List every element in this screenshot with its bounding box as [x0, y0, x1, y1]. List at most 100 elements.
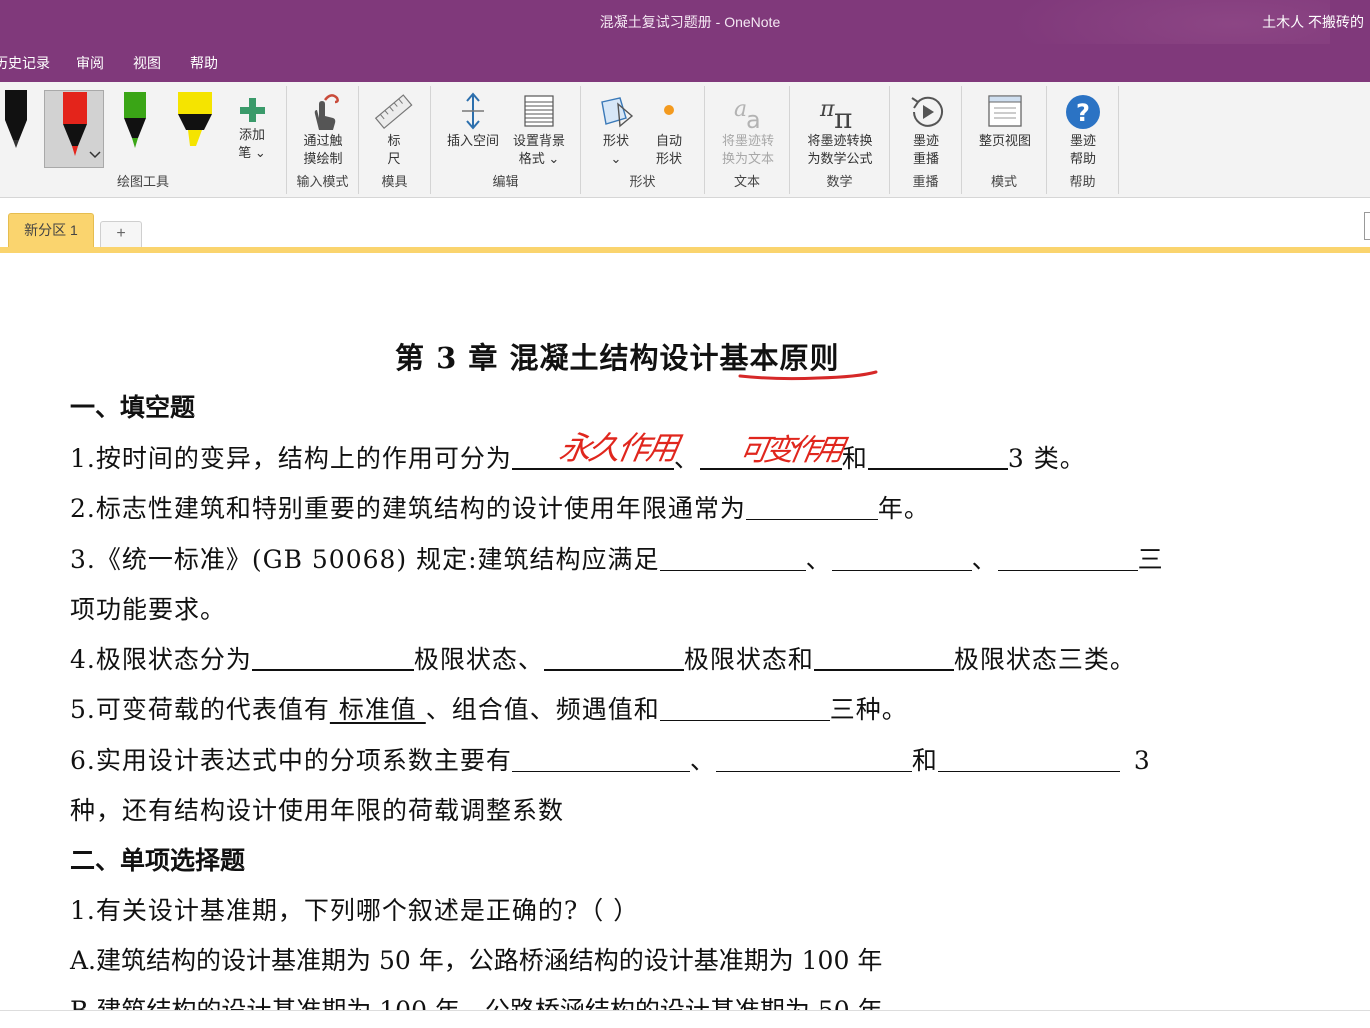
question-4: 4.极限状态分为 极限状态、 极限状态和 极限状态三类。: [70, 640, 1136, 676]
question-3: 3.《统一标准》(GB 50068) 规定:建筑结构应满足 、 、 三: [70, 540, 1164, 576]
menu-view[interactable]: 视图: [133, 53, 161, 73]
ink-to-math-label: 将墨迹转换 为数学公式: [807, 133, 873, 166]
group-shapes: 形状 ⌄ 自动 形状 形状: [581, 86, 705, 194]
separator: 和: [911, 746, 938, 775]
page-canvas[interactable]: 第 3 章 混凝土结构设计基本原则 一、填空题 1.按时间的变异，结构上的作用可…: [0, 253, 1370, 1010]
shapes-icon: [601, 97, 634, 128]
shapes-label: 形状 ⌄: [602, 133, 629, 166]
group-stencils: 标 尺 模具: [359, 86, 431, 194]
window-title: 混凝土复试习题册 - OneNote: [599, 14, 781, 30]
question-5-mid: 、组合值、频遇值和: [425, 695, 660, 724]
question-4-mid-1: 极限状态、: [413, 645, 544, 674]
full-page-view-button[interactable]: 整页视图: [970, 92, 1040, 150]
ink-to-text-label: 将墨迹转 换为文本: [721, 133, 774, 166]
auto-shapes-label: 自动 形状: [655, 133, 682, 166]
group-label-edit: 编辑: [492, 174, 519, 189]
scrollbar-handle[interactable]: [1364, 212, 1370, 240]
group-input-mode: 通过触 摸绘制 输入模式: [287, 86, 359, 194]
svg-text:?: ?: [1076, 99, 1090, 127]
ink-to-math-icon: π π: [819, 97, 852, 132]
separator: 、: [805, 545, 832, 574]
menu-review[interactable]: 审阅: [76, 53, 104, 73]
pen-green-icon[interactable]: [122, 92, 148, 154]
title-bar: 混凝土复试习题册 - OneNote 土木人 不搬砖的: [0, 0, 1370, 80]
ink-answer-2: 可变作用: [736, 433, 843, 468]
separator: 、: [971, 545, 998, 574]
answer-blank: [745, 496, 878, 520]
separator: 、: [689, 746, 716, 775]
group-label-text: 文本: [733, 174, 760, 189]
question-2: 2.标志性建筑和特别重要的建筑结构的设计使用年限通常为 年。: [70, 489, 930, 525]
ink-answer-1: 永久作用: [556, 429, 680, 467]
ink-underline-stroke: [738, 370, 878, 381]
page-background-icon: [524, 95, 554, 127]
group-text: a a 将墨迹转 换为文本 文本: [705, 86, 790, 194]
question-4-mid-2: 极限状态和: [683, 645, 814, 674]
question-1-suffix: 3 类。: [1007, 444, 1086, 473]
auto-shapes-button[interactable]: 自动 形状: [645, 92, 693, 168]
section-heading-fill-blank: 一、填空题: [70, 393, 196, 422]
group-math: π π 将墨迹转换 为数学公式 数学: [790, 86, 890, 194]
answer-blank: [867, 446, 1008, 470]
question-3-continued: 项功能要求。: [70, 595, 227, 624]
ink-to-math-button[interactable]: π π 将墨迹转换 为数学公式: [796, 92, 884, 168]
group-label-shapes: 形状: [629, 174, 656, 189]
group-replay: 墨迹 重播 重播: [890, 86, 962, 194]
group-label-mode: 模式: [990, 174, 1017, 189]
shapes-button[interactable]: 形状 ⌄: [591, 92, 641, 168]
menu-history[interactable]: 历史记录: [0, 53, 50, 73]
group-edit: 插入空间 设置背景 格式 ⌄ 编辑: [431, 86, 581, 194]
answer-blank: [813, 647, 954, 671]
touch-hand-icon: [314, 94, 339, 130]
ink-replay-button[interactable]: 墨迹 重播: [900, 92, 952, 168]
user-account[interactable]: 土木人 不搬砖的: [1262, 12, 1364, 32]
chevron-down-icon[interactable]: [88, 150, 102, 160]
auto-shapes-icon: [664, 105, 674, 115]
question-6-text: 6.实用设计表达式中的分项系数主要有: [70, 746, 512, 775]
svg-text:π: π: [819, 97, 835, 122]
insert-space-label: 插入空间: [446, 133, 499, 148]
add-pen-button[interactable]: 添加 笔 ⌄: [232, 94, 272, 162]
filled-answer: 标准值: [329, 695, 426, 724]
svg-text:a: a: [746, 106, 761, 132]
question-3-suffix: 三: [1137, 545, 1164, 574]
bottom-edge: [0, 1010, 1370, 1028]
help-question-icon: ?: [1066, 95, 1100, 129]
pen-red-icon[interactable]: [60, 92, 90, 164]
pen-black-icon[interactable]: [2, 90, 30, 152]
question-6-suffix: 3: [1133, 746, 1151, 775]
answer-blank: [251, 647, 414, 671]
mc-option-a: A.建筑结构的设计基准期为 50 年，公路桥涵结构的设计基准期为 100 年: [70, 946, 883, 975]
group-help: ? 墨迹 帮助 帮助: [1047, 86, 1119, 194]
ink-help-button[interactable]: ? 墨迹 帮助: [1057, 92, 1109, 168]
ruler-icon: [374, 94, 413, 130]
answer-blank: [715, 748, 912, 772]
answer-blank: [659, 547, 806, 571]
add-section-button[interactable]: +: [100, 221, 142, 247]
ruler-button[interactable]: 标 尺: [371, 92, 417, 168]
section-heading-multiple-choice: 二、单项选择题: [70, 846, 246, 875]
group-label-input-mode: 输入模式: [296, 174, 349, 189]
section-tab-active[interactable]: 新分区 1: [8, 213, 94, 247]
touch-draw-button[interactable]: 通过触 摸绘制: [293, 92, 353, 168]
question-4-suffix: 极限状态三类。: [953, 645, 1136, 674]
question-5-text: 5.可变荷载的代表值有: [70, 695, 330, 724]
separator: 和: [841, 444, 868, 473]
ribbon: 添加 笔 ⌄ 绘图工具 通过触 摸绘制 输入模式 标 尺 模具 插入空间 设置背…: [0, 82, 1370, 198]
group-drawing-tools: 添加 笔 ⌄ 绘图工具: [0, 86, 287, 194]
background-format-button[interactable]: 设置背景 格式 ⌄: [507, 92, 571, 168]
question-4-text: 4.极限状态分为: [70, 645, 252, 674]
add-pen-label: 添加 笔 ⌄: [238, 127, 266, 160]
background-format-label: 设置背景 格式 ⌄: [512, 133, 565, 166]
separator: 、: [673, 444, 700, 473]
replay-icon: [911, 96, 943, 127]
group-label-math: 数学: [826, 174, 853, 189]
ink-to-text-button[interactable]: a a 将墨迹转 换为文本: [713, 92, 783, 168]
menu-help[interactable]: 帮助: [190, 53, 218, 73]
highlighter-yellow-icon[interactable]: [176, 92, 214, 150]
insert-space-button[interactable]: 插入空间: [441, 92, 505, 150]
ink-to-text-icon: a a: [734, 97, 761, 132]
full-page-view-icon: [988, 95, 1022, 127]
insert-space-icon: [462, 92, 484, 130]
group-label-drawing-tools: 绘图工具: [116, 174, 169, 189]
